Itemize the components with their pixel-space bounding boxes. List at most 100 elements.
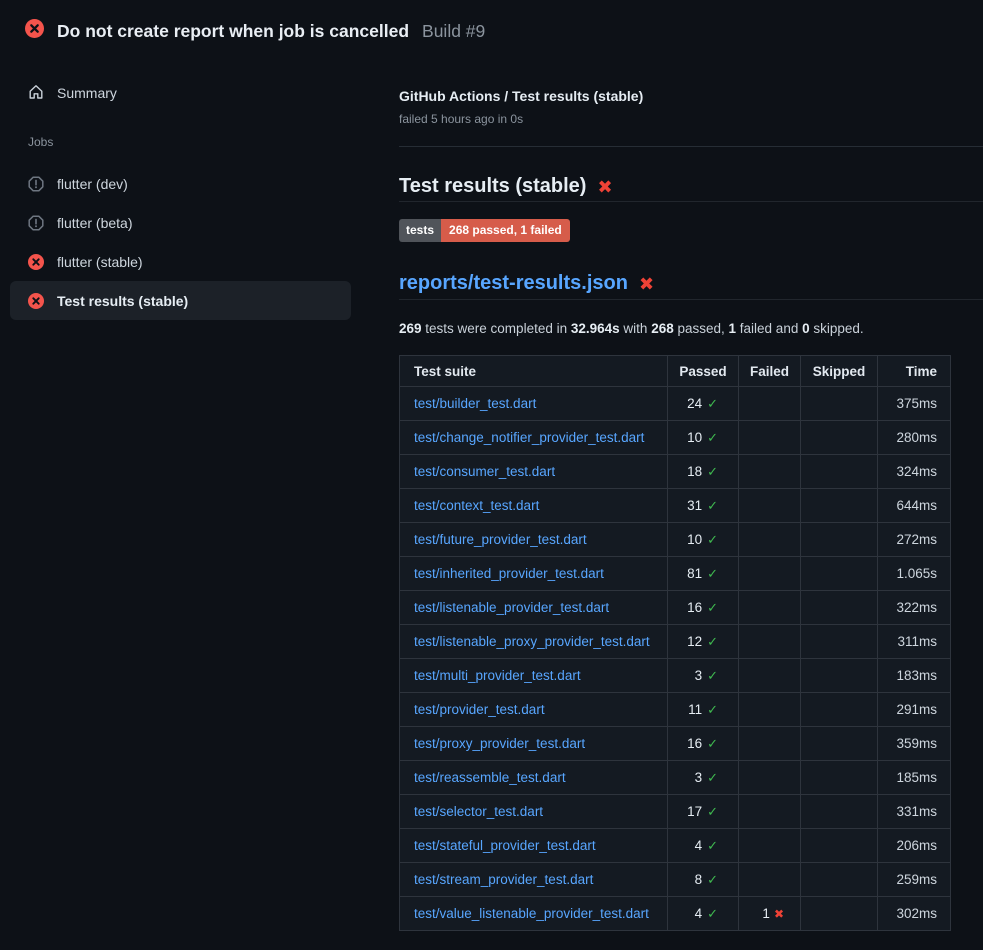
failed-cell [739,761,801,795]
suite-link[interactable]: test/future_provider_test.dart [414,532,587,547]
skipped-cell [801,761,878,795]
suite-link[interactable]: test/proxy_provider_test.dart [414,736,585,751]
run-meta-text: failed 5 hours ago in 0s [399,111,983,127]
passed-cell: 4✓ [668,897,739,931]
suite-link[interactable]: test/change_notifier_provider_test.dart [414,430,644,445]
time-cell: 311ms [878,625,951,659]
skipped-cell [801,693,878,727]
jobs-section-label: Jobs [28,128,380,156]
suite-link[interactable]: test/listenable_proxy_provider_test.dart [414,634,650,649]
time-cell: 185ms [878,761,951,795]
check-icon: ✓ [707,668,718,683]
passed-cell: 10✓ [668,421,739,455]
suite-cell: test/proxy_provider_test.dart [400,727,668,761]
summary-fragment: 0 [802,321,810,336]
passed-cell: 3✓ [668,761,739,795]
suite-link[interactable]: test/builder_test.dart [414,396,536,411]
report-file-link[interactable]: reports/test-results.json [399,271,628,295]
sidebar-item-job[interactable]: flutter (dev) [10,164,351,203]
suite-link[interactable]: test/stateful_provider_test.dart [414,838,596,853]
jobs-list: flutter (dev) flutter (beta) flutter (st… [0,164,380,320]
suite-cell: test/consumer_test.dart [400,455,668,489]
sidebar-item-summary[interactable]: Summary [10,74,351,112]
sidebar-item-job[interactable]: flutter (beta) [10,203,351,242]
failed-cell [739,795,801,829]
time-cell: 644ms [878,489,951,523]
time-cell: 1.065s [878,557,951,591]
time-cell: 259ms [878,863,951,897]
test-results-table: Test suitePassedFailedSkippedTime test/b… [399,355,951,931]
failed-cell: 1✖ [739,897,801,931]
suite-link[interactable]: test/context_test.dart [414,498,539,513]
table-row: test/context_test.dart31✓644ms [400,489,951,523]
suite-link[interactable]: test/listenable_provider_test.dart [414,600,609,615]
failed-cell [739,863,801,897]
job-label: Test results (stable) [57,293,188,309]
suite-link[interactable]: test/value_listenable_provider_test.dart [414,906,649,921]
report-file-heading[interactable]: reports/test-results.json ✖ [399,271,983,300]
passed-count: 31 [687,498,702,513]
suite-link[interactable]: test/provider_test.dart [414,702,545,717]
column-header: Failed [739,356,801,387]
suite-link[interactable]: test/consumer_test.dart [414,464,555,479]
sidebar-item-job[interactable]: flutter (stable) [10,242,351,281]
run-header: Do not create report when job is cancell… [0,0,983,56]
skipped-cell [801,625,878,659]
suite-link[interactable]: test/multi_provider_test.dart [414,668,581,683]
failed-status-icon [25,19,44,38]
suite-cell: test/future_provider_test.dart [400,523,668,557]
failed-icon [28,293,44,309]
divider [399,146,983,147]
suite-link[interactable]: test/inherited_provider_test.dart [414,566,604,581]
job-label: flutter (beta) [57,215,132,231]
job-label: flutter (dev) [57,176,128,192]
check-icon: ✓ [707,872,718,887]
failed-icon [28,254,44,270]
check-icon: ✓ [707,396,718,411]
failed-cell [739,421,801,455]
table-row: test/inherited_provider_test.dart81✓1.06… [400,557,951,591]
passed-count: 17 [687,804,702,819]
suite-cell: test/reassemble_test.dart [400,761,668,795]
table-row: test/future_provider_test.dart10✓272ms [400,523,951,557]
suite-link[interactable]: test/reassemble_test.dart [414,770,566,785]
time-cell: 302ms [878,897,951,931]
failed-cell [739,659,801,693]
time-cell: 280ms [878,421,951,455]
summary-fragment: 268 [651,321,674,336]
table-row: test/stream_provider_test.dart8✓259ms [400,863,951,897]
skipped-cell [801,727,878,761]
failed-cell [739,489,801,523]
summary-fragment: with [620,321,652,336]
time-cell: 322ms [878,591,951,625]
check-icon: ✓ [707,702,718,717]
table-row: test/multi_provider_test.dart3✓183ms [400,659,951,693]
suite-cell: test/multi_provider_test.dart [400,659,668,693]
table-row: test/reassemble_test.dart 3✓ 185ms [400,761,951,795]
skipped-cell [801,387,878,421]
main-content: GitHub Actions / Test results (stable) f… [380,56,983,931]
summary-fragment: tests were completed in [422,321,571,336]
sidebar-item-job[interactable]: Test results (stable) [10,281,351,320]
failed-x-icon: ✖ [639,275,654,293]
table-row: test/change_notifier_provider_test.dart 1… [400,421,951,455]
passed-cell: 17✓ [668,795,739,829]
passed-count: 4 [695,838,703,853]
suite-cell: test/value_listenable_provider_test.dart [400,897,668,931]
suite-link[interactable]: test/selector_test.dart [414,804,543,819]
badge-label: tests [399,219,441,242]
suite-cell: test/selector_test.dart [400,795,668,829]
column-header: Passed [668,356,739,387]
table-row: test/selector_test.dart17✓331ms [400,795,951,829]
stopped-icon [28,176,44,192]
failed-cell [739,523,801,557]
check-icon: ✓ [707,532,718,547]
suite-link[interactable]: test/stream_provider_test.dart [414,872,593,887]
section-title-text: Test results (stable) [399,172,586,200]
table-row: test/provider_test.dart11✓291ms [400,693,951,727]
breadcrumb: GitHub Actions / Test results (stable) [399,86,983,106]
check-icon: ✓ [707,736,718,751]
time-cell: 359ms [878,727,951,761]
suite-cell: test/builder_test.dart [400,387,668,421]
time-cell: 272ms [878,523,951,557]
